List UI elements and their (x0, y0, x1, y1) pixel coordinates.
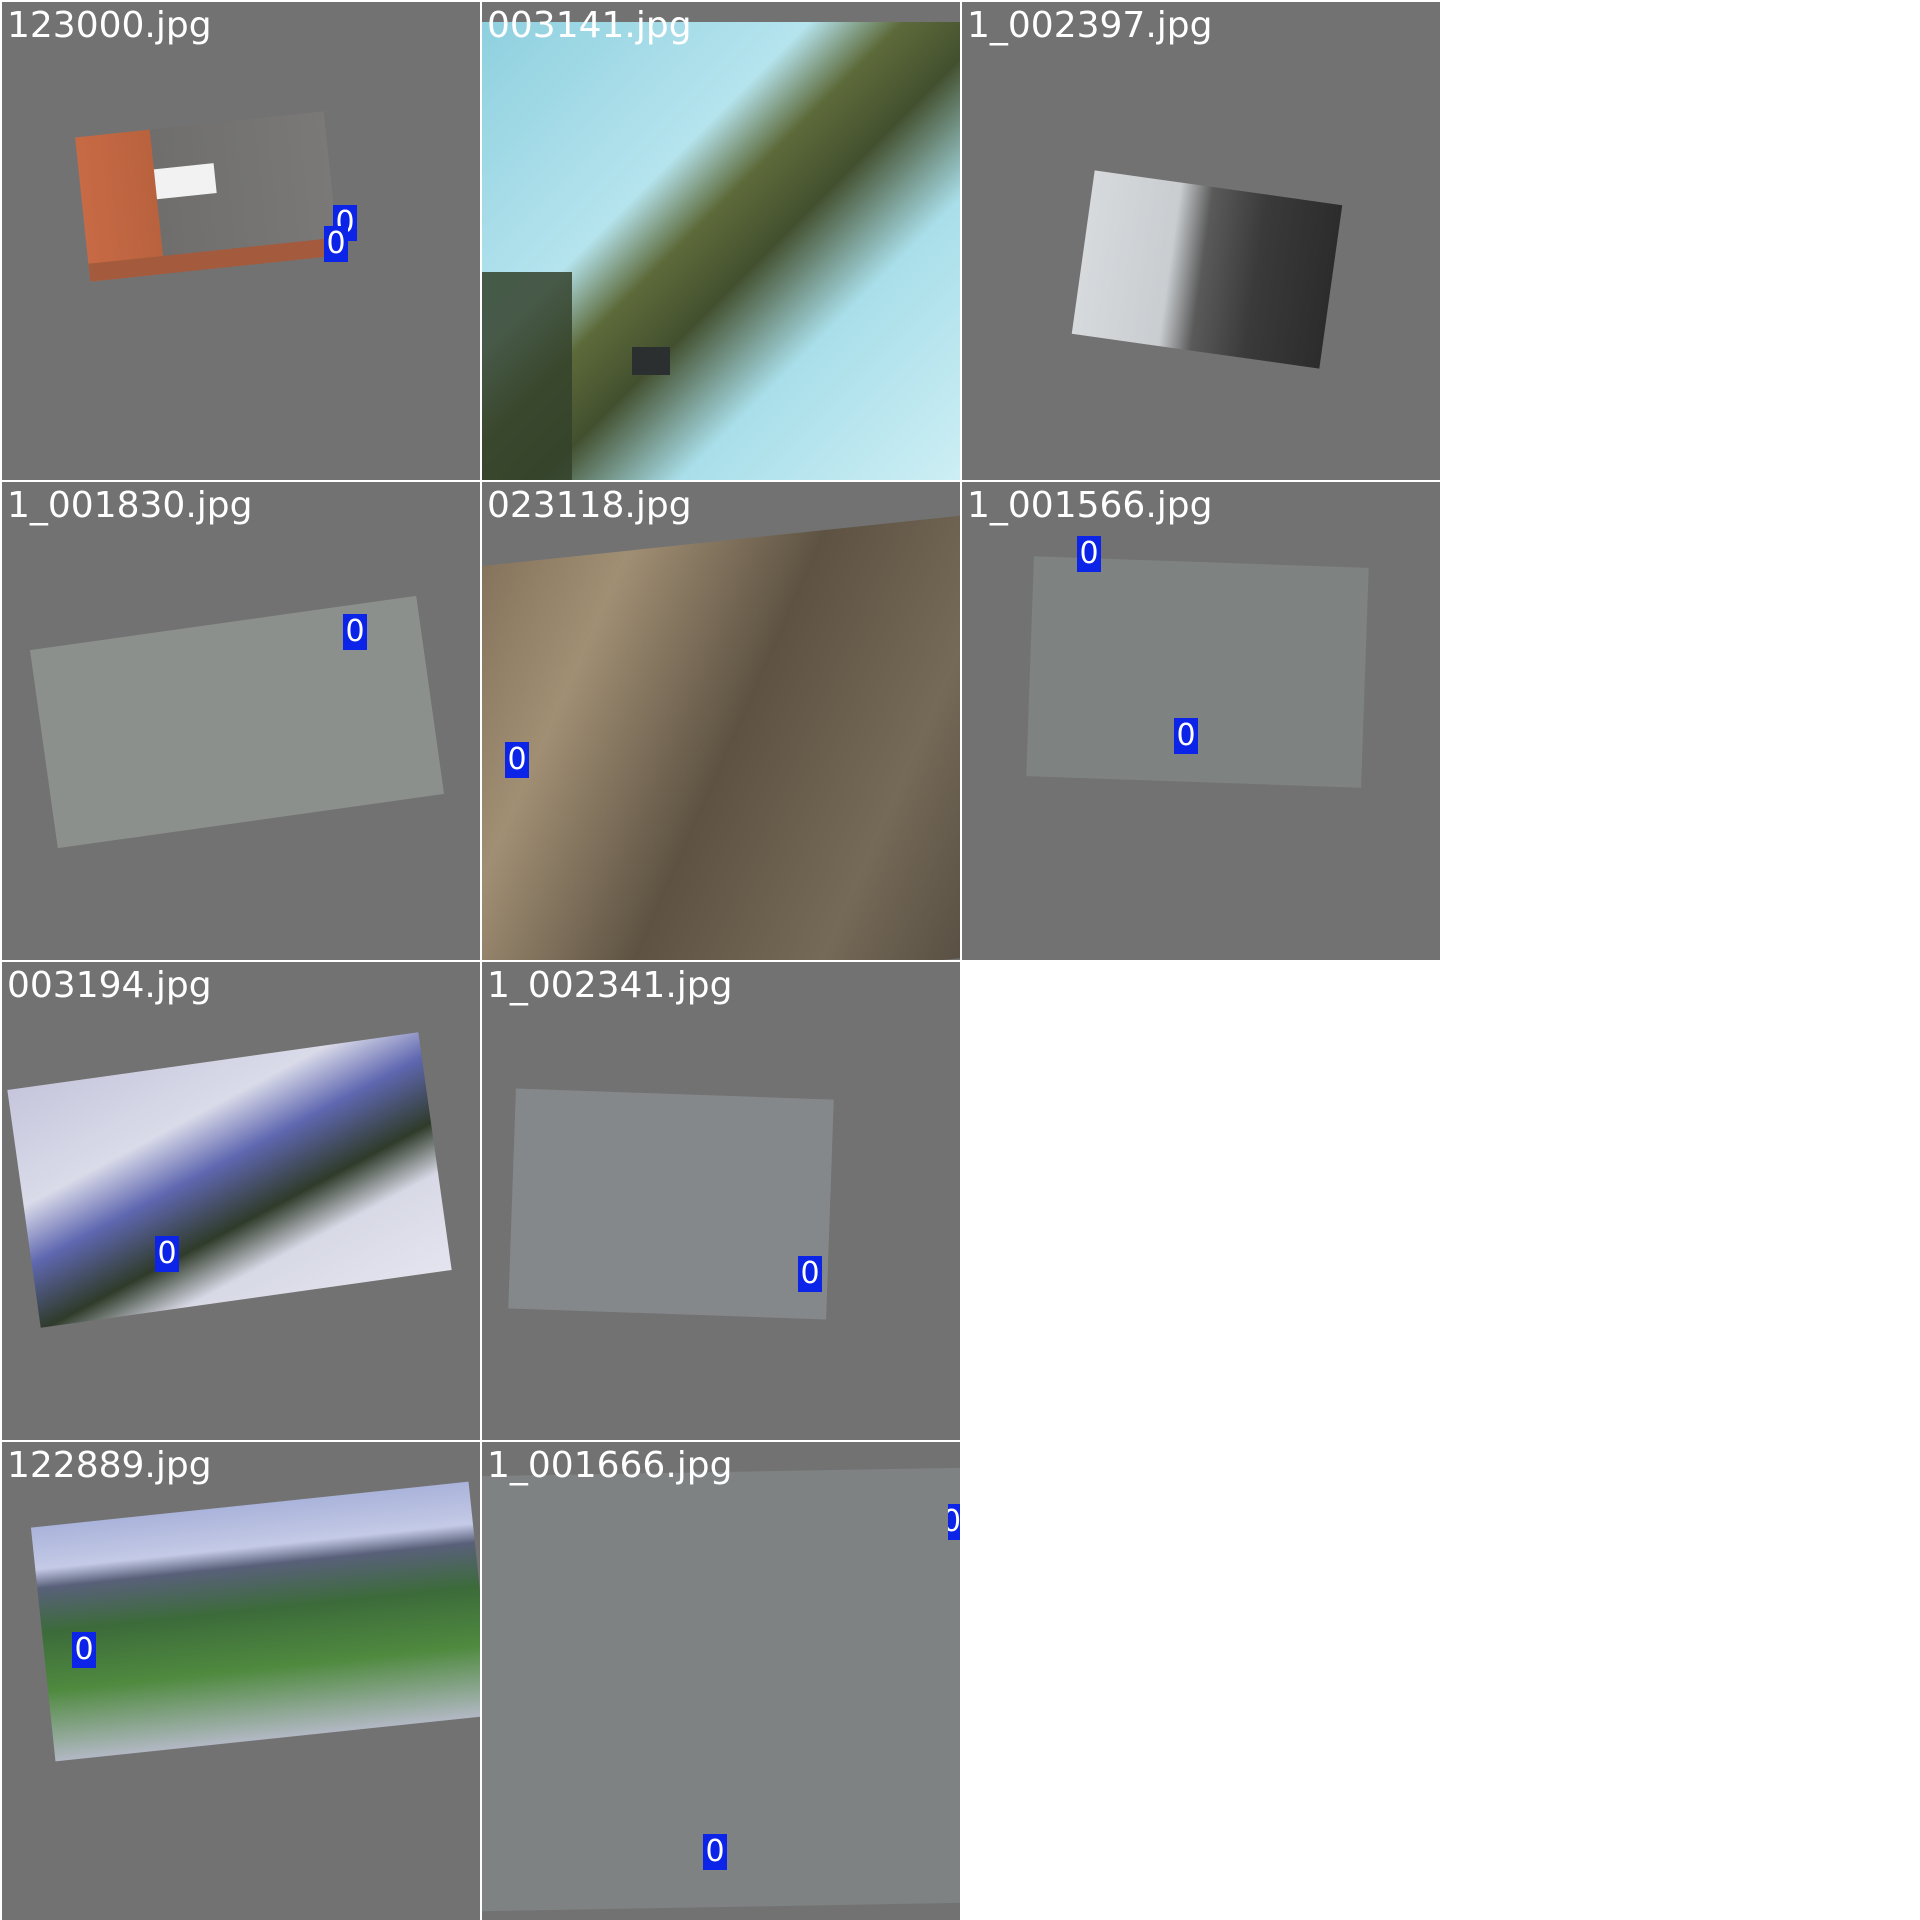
detection-label: 0 (1077, 536, 1101, 572)
aerial-photo-snowy-forest (482, 22, 960, 480)
mosaic-tile-003141: 003141.jpg (482, 2, 960, 480)
mosaic-tile-023118: 023118.jpg 0 (482, 482, 960, 960)
mosaic-tile-1_002341: 1_002341.jpg 0 (482, 962, 960, 1440)
tile-filename: 1_001830.jpg (7, 485, 253, 526)
mosaic-tile-1_001830: 1_001830.jpg 0 (2, 482, 480, 960)
aerial-photo-rooftops-parking (75, 111, 339, 282)
tile-filename: 123000.jpg (7, 5, 212, 46)
mosaic-tile-003194: 003194.jpg 0 (2, 962, 480, 1440)
aerial-photo-overcast-plain (29, 595, 445, 849)
aerial-photo-snowy-hillside (7, 1032, 452, 1328)
detection-label: 0 (155, 1236, 179, 1272)
tile-filename: 1_001566.jpg (967, 485, 1213, 526)
tile-filename: 003141.jpg (487, 5, 692, 46)
mosaic-tile-1_002397: 1_002397.jpg (962, 2, 1440, 480)
tile-filename: 122889.jpg (7, 1445, 212, 1486)
mosaic-tile-122889: 122889.jpg 0 (2, 1442, 480, 1920)
aerial-photo-bare-forest (482, 514, 960, 960)
tile-filename: 023118.jpg (487, 485, 692, 526)
detection-label: 0 (324, 226, 348, 262)
mosaic-tile-1_001566: 1_001566.jpg 0 0 (962, 482, 1440, 960)
mosaic-tile-123000: 123000.jpg 0 0 (2, 2, 480, 480)
detection-label: 0 (505, 742, 529, 778)
detection-label: 0 (948, 1504, 960, 1540)
tile-filename: 1_002341.jpg (487, 965, 733, 1006)
tile-filename: 1_002397.jpg (967, 5, 1213, 46)
detection-label: 0 (343, 614, 367, 650)
aerial-photo-city-park (30, 1481, 480, 1762)
detection-label: 0 (798, 1256, 822, 1292)
aerial-photo-snow-field-trees (1071, 170, 1343, 369)
tile-filename: 1_001666.jpg (487, 1445, 733, 1486)
mosaic-tile-1_001666: 1_001666.jpg 0 0 (482, 1442, 960, 1920)
detection-label: 0 (72, 1632, 96, 1668)
tile-filename: 003194.jpg (7, 965, 212, 1006)
aerial-photo-gray-plain (508, 1088, 834, 1320)
detection-label: 0 (1174, 718, 1198, 754)
detection-label: 0 (703, 1834, 727, 1870)
